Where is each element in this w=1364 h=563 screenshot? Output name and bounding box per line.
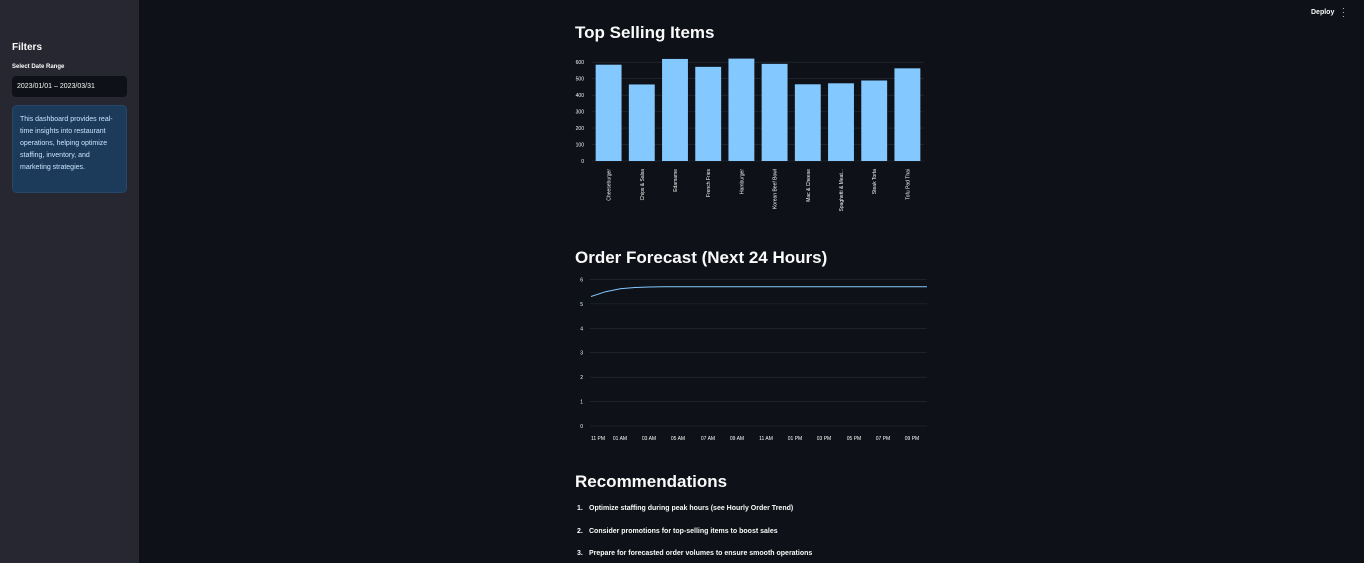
x-tick-label: 09 AM xyxy=(730,436,744,442)
x-tick-label: Chips & Salsa xyxy=(640,169,646,201)
x-tick-label: Mac & Cheese xyxy=(806,169,812,202)
sidebar-title: Filters xyxy=(12,42,43,53)
y-tick-label: 200 xyxy=(576,126,585,132)
y-tick-label: 3 xyxy=(580,351,583,357)
x-tick-label: 01 AM xyxy=(613,436,627,442)
info-box: This dashboard provides real-time insigh… xyxy=(12,105,127,193)
sidebar: Filters Select Date Range 2023/01/01 – 2… xyxy=(0,0,139,563)
recommendation-item: 2. Consider promotions for top-selling it… xyxy=(577,528,778,535)
y-tick-label: 5 xyxy=(580,302,583,308)
x-tick-label: 07 PM xyxy=(876,436,890,442)
x-tick-label: 05 AM xyxy=(671,436,685,442)
bar xyxy=(761,63,788,161)
forecast-line xyxy=(590,286,927,297)
x-tick-label: 11 AM xyxy=(759,436,773,442)
y-tick-label: 100 xyxy=(576,143,585,149)
deploy-button[interactable]: Deploy xyxy=(1311,9,1334,16)
x-tick-label: Steak Torta xyxy=(872,169,878,194)
x-tick-label: Korean Beef Bowl xyxy=(773,169,779,209)
x-tick-label: 03 AM xyxy=(642,436,656,442)
bar xyxy=(728,58,755,161)
x-tick-label: Tofu Pad Thai xyxy=(905,169,911,200)
y-tick-label: 600 xyxy=(576,60,585,66)
vertical-dots-icon[interactable]: · · · xyxy=(1342,5,1345,21)
y-tick-label: 4 xyxy=(580,326,583,332)
order-forecast-line-chart: 0 1 2 3 4 5 6 11 PM 01 AM 03 AM 05 AM 07 AM 09 AM 11 … xyxy=(580,277,927,442)
x-tick-label: French Fries xyxy=(706,169,712,198)
bar xyxy=(628,84,655,161)
y-tick-label: 400 xyxy=(576,93,585,99)
bar xyxy=(861,80,888,161)
x-tick-label: 09 PM xyxy=(905,436,919,442)
date-range-label: Select Date Range xyxy=(12,64,65,70)
bar xyxy=(828,83,854,161)
y-tick-label: 500 xyxy=(576,77,585,83)
x-tick-label: 01 PM xyxy=(788,436,802,442)
x-tick-label: 03 PM xyxy=(817,436,831,442)
x-tick-label: 11 PM xyxy=(591,436,605,442)
x-tick-label: Hamburger xyxy=(739,169,745,194)
recommendation-item: 3. Prepare for forecasted order volumes t… xyxy=(577,550,813,557)
bar xyxy=(595,64,622,161)
bar xyxy=(794,84,821,161)
x-tick-label: Cheeseburger xyxy=(607,169,613,201)
y-tick-label: 300 xyxy=(576,110,585,116)
y-tick-label: 0 xyxy=(580,424,583,430)
bar xyxy=(662,58,688,161)
date-range-input[interactable]: 2023/01/01 – 2023/03/31 xyxy=(12,76,127,97)
x-tick-label: 05 PM xyxy=(847,436,861,442)
y-tick-label: 1 xyxy=(580,400,583,406)
bar xyxy=(894,68,921,161)
bar xyxy=(695,66,722,161)
forecast-title: Order Forecast (Next 24 Hours) xyxy=(575,248,828,267)
x-tick-label: Edamame xyxy=(673,169,679,192)
x-tick-label: Spaghetti & Meat... xyxy=(839,169,845,212)
recommendations-title: Recommendations xyxy=(575,472,728,491)
top-selling-bar-chart: 0 100 200 300 400 500 600 Cheeseburger Chips & S… xyxy=(576,58,924,212)
recommendation-item: 1. Optimize staffing during peak hours (s… xyxy=(577,505,794,512)
y-tick-label: 2 xyxy=(580,375,583,381)
y-tick-label: 6 xyxy=(580,277,583,283)
x-tick-label: 07 AM xyxy=(701,436,715,442)
top-selling-title: Top Selling Items xyxy=(575,23,715,42)
y-tick-label: 0 xyxy=(581,159,584,165)
